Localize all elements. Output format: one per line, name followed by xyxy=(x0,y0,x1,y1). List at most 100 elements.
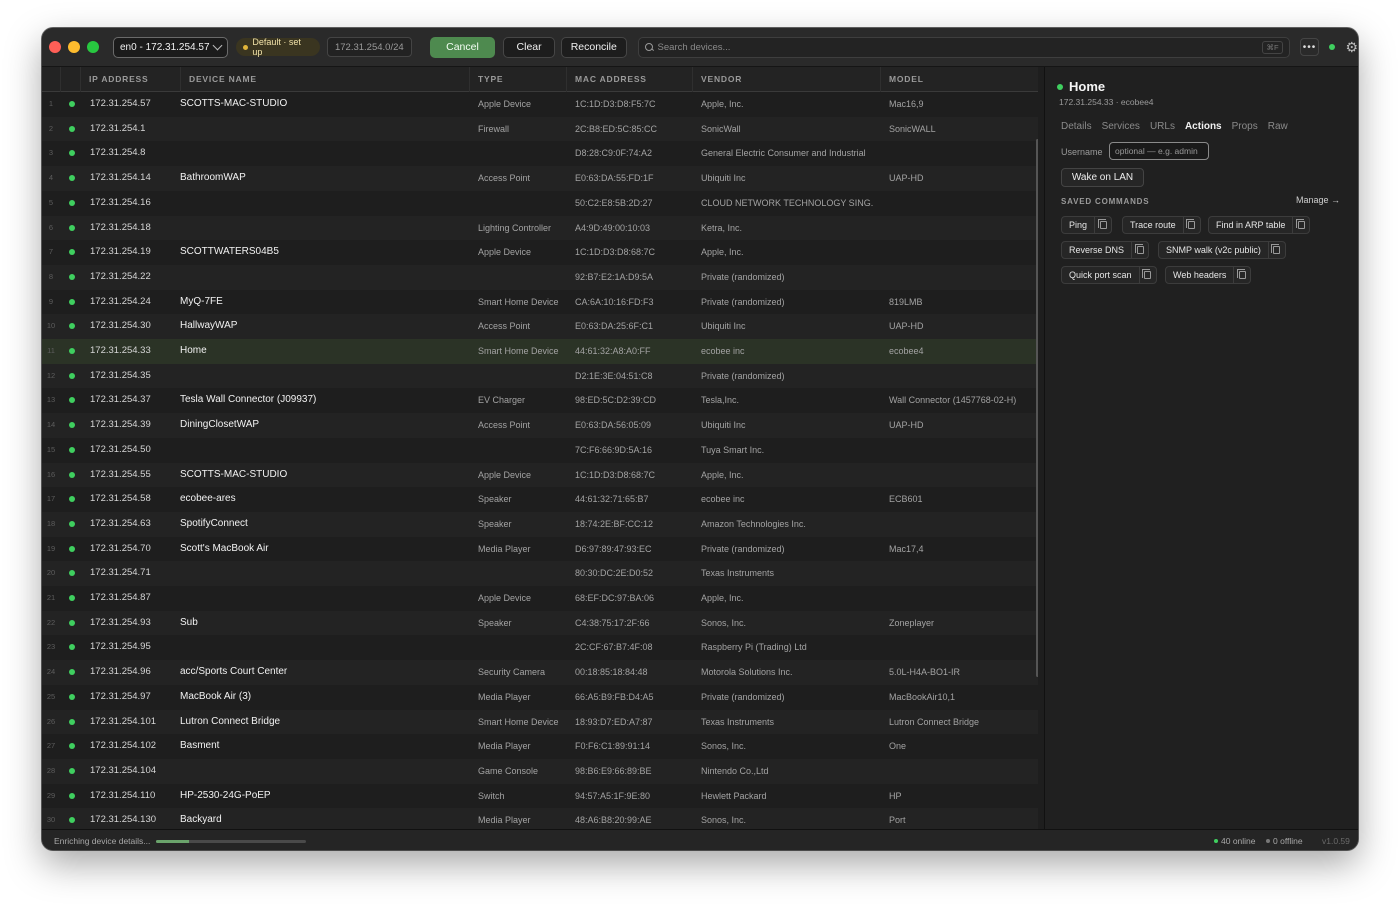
table-row[interactable]: 28 172.31.254.104 Game Console 98:B6:E9:66:… xyxy=(42,758,1038,784)
table-row[interactable]: 7 172.31.254.19 SCOTTWATERS04B5 Apple Devic… xyxy=(42,240,1038,265)
cell-model xyxy=(889,759,1029,784)
table-row[interactable]: 9 172.31.254.24 MyQ-7FE Smart Home Device CA… xyxy=(42,290,1038,315)
column-header-model[interactable]: MODEL xyxy=(880,67,1038,92)
command-reverse-dns[interactable]: Reverse DNS xyxy=(1061,241,1150,259)
toolbar: en0 - 172.31.254.57 Default · set up 172… xyxy=(42,28,1358,67)
tab-props[interactable]: Props xyxy=(1232,121,1258,132)
interface-select[interactable]: en0 - 172.31.254.57 xyxy=(113,36,229,58)
table-scrollbar[interactable] xyxy=(1036,139,1038,677)
subnet-field[interactable]: 172.31.254.0/24 xyxy=(326,37,412,57)
table-row[interactable]: 22 172.31.254.93 Sub Speaker C4:38:75:17:2F:… xyxy=(42,610,1038,636)
command-trace-route[interactable]: Trace route xyxy=(1122,216,1201,234)
copy-command-button[interactable] xyxy=(1267,242,1285,258)
table-row[interactable]: 5 172.31.254.16 50:C2:E8:5B:2D:27 CLOUD NET… xyxy=(42,191,1038,216)
table-row[interactable]: 13 172.31.254.37 Tesla Wall Connector (J09… xyxy=(42,388,1038,413)
copy-command-button[interactable] xyxy=(1131,242,1148,258)
cell-mac: A4:9D:49:00:10:03 xyxy=(575,222,651,233)
table-row[interactable]: 26 172.31.254.101 Lutron Connect Bridge Sma… xyxy=(42,709,1038,735)
profile-badge[interactable]: Default · set up xyxy=(236,37,320,57)
table-row[interactable]: 19 172.31.254.70 Scott's MacBook Air Media … xyxy=(42,537,1038,562)
command-quick-port-scan[interactable]: Quick port scan xyxy=(1061,266,1157,284)
table-row[interactable]: 20 172.31.254.71 80:30:DC:2E:D0:52 Texas In… xyxy=(42,561,1038,586)
cell-mac: 48:A6:B8:20:99:AE xyxy=(575,815,652,826)
cancel-button[interactable]: Cancel xyxy=(429,36,496,58)
column-header-mac[interactable]: MAC ADDRESS xyxy=(566,67,692,92)
copy-command-button[interactable] xyxy=(1233,267,1250,283)
online-status-dot xyxy=(69,595,75,601)
cell-model xyxy=(889,216,1029,241)
online-status-dot xyxy=(69,817,75,824)
copy-command-button[interactable] xyxy=(1138,267,1156,283)
copy-command-button[interactable] xyxy=(1094,217,1111,233)
cell-ip: 172.31.254.130 xyxy=(90,814,157,826)
row-number: 16 xyxy=(46,469,56,479)
column-header-vendor[interactable]: VENDOR xyxy=(692,67,880,92)
tab-urls[interactable]: URLs xyxy=(1150,121,1175,132)
column-header-name[interactable]: DEVICE NAME xyxy=(180,67,469,92)
cell-ip: 172.31.254.39 xyxy=(90,419,151,431)
search-input[interactable]: Search devices... ⌘F xyxy=(637,36,1290,58)
online-status-dot xyxy=(69,644,75,651)
table-row[interactable]: 17 172.31.254.58 ecobee-ares Speaker 44:61:3… xyxy=(42,487,1038,512)
device-table: IP ADDRESS DEVICE NAME TYPE MAC ADDRESS … xyxy=(42,67,1038,829)
gear-icon[interactable]: ⚙ xyxy=(1345,40,1358,54)
table-row[interactable]: 12 172.31.254.35 D2:1E:3E:04:51:C8 Private … xyxy=(42,363,1038,389)
cell-mac: 44:61:32:A8:A0:FF xyxy=(575,346,651,356)
username-input[interactable]: optional — e.g. admin xyxy=(1109,142,1209,160)
profile-label: Default · set up xyxy=(252,37,301,57)
cell-ip: 172.31.254.110 xyxy=(90,789,156,801)
command-snmp-walk[interactable]: SNMP walk (v2c public) xyxy=(1158,241,1286,259)
cell-ip: 172.31.254.63 xyxy=(90,517,151,529)
cell-vendor: Texas Instruments xyxy=(701,568,775,579)
copy-command-button[interactable] xyxy=(1292,217,1309,233)
clear-button[interactable]: Clear xyxy=(503,36,555,58)
wake-on-lan-button[interactable]: Wake on LAN xyxy=(1061,168,1144,187)
tab-actions[interactable]: Actions xyxy=(1185,121,1222,132)
table-row[interactable]: 10 172.31.254.30 HallwayWAP Access Point E0:… xyxy=(42,314,1038,339)
cell-type: Apple Device xyxy=(478,593,532,603)
table-row[interactable]: 29 172.31.254.110 HP-2530-24G-PoEP Switch 94… xyxy=(42,784,1038,809)
offline-count-text: 0 offline xyxy=(1273,836,1303,846)
minimize-window-button[interactable] xyxy=(68,41,80,53)
close-window-button[interactable] xyxy=(49,41,61,53)
cell-vendor: Raspberry Pi (Trading) Ltd xyxy=(701,642,807,653)
manage-link[interactable]: Manage → xyxy=(1296,195,1340,205)
table-row[interactable]: 11 172.31.254.33 Home Smart Home Device 44:6… xyxy=(42,339,1038,364)
table-row[interactable]: 1 172.31.254.57 SCOTTS-MAC-STUDIO Apple Dev… xyxy=(42,92,1038,117)
table-row[interactable]: 16 172.31.254.55 SCOTTS-MAC-STUDIO Apple De… xyxy=(42,462,1038,488)
more-options-icon[interactable]: ••• xyxy=(1299,38,1320,56)
tab-details[interactable]: Details xyxy=(1061,121,1092,132)
online-status-dot xyxy=(69,273,75,280)
tab-raw[interactable]: Raw xyxy=(1268,121,1288,132)
table-row[interactable]: 15 172.31.254.50 7C:F6:66:9D:5A:16 Tuya Sma… xyxy=(42,438,1038,463)
table-row[interactable]: 8 172.31.254.22 92:B7:E2:1A:D9:5A Private (… xyxy=(42,264,1038,290)
table-row[interactable]: 21 172.31.254.87 Apple Device 68:EF:DC:97:B… xyxy=(42,586,1038,611)
table-row[interactable]: 2 172.31.254.1 Firewall 2C:B8:ED:5C:85:CC So… xyxy=(42,116,1038,142)
cell-model: Mac16,9 xyxy=(889,99,924,109)
table-row[interactable]: 27 172.31.254.102 Basment Media Player F0:F6… xyxy=(42,734,1038,759)
reconcile-button[interactable]: Reconcile xyxy=(560,36,627,58)
command-web-headers[interactable]: Web headers xyxy=(1165,266,1252,284)
table-row[interactable]: 4 172.31.254.14 BathroomWAP Access Point E0:… xyxy=(42,166,1038,191)
command-find-in-arp-table[interactable]: Find in ARP table xyxy=(1208,216,1311,234)
command-ping[interactable]: Ping xyxy=(1061,216,1113,234)
command-label: Quick port scan xyxy=(1069,270,1132,280)
tab-services[interactable]: Services xyxy=(1102,121,1140,132)
online-status-dot xyxy=(69,224,75,231)
cell-device-name: SCOTTWATERS04B5 xyxy=(180,246,279,258)
table-row[interactable]: 18 172.31.254.63 SpotifyConnect Speaker 18:7… xyxy=(42,511,1038,537)
table-row[interactable]: 30 172.31.254.130 Backyard Media Player 48:A… xyxy=(42,808,1038,829)
table-row[interactable]: 23 172.31.254.95 2C:CF:67:B7:4F:08 Raspberr… xyxy=(42,635,1038,660)
column-header-type[interactable]: TYPE xyxy=(469,67,566,92)
cell-device-name: Tesla Wall Connector (J09937) xyxy=(180,394,317,406)
copy-command-button[interactable] xyxy=(1182,217,1200,233)
column-header-ip[interactable]: IP ADDRESS xyxy=(80,67,180,92)
table-row[interactable]: 14 172.31.254.39 DiningClosetWAP Access Poi… xyxy=(42,413,1038,438)
table-row[interactable]: 3 172.31.254.8 D8:28:C9:0F:74:A2 General El… xyxy=(42,141,1038,166)
table-row[interactable]: 24 172.31.254.96 acc/Sports Court Center Se… xyxy=(42,660,1038,685)
cell-vendor: Sonos, Inc. xyxy=(701,815,747,826)
table-row[interactable]: 6 172.31.254.18 Lighting Controller A4:9D:4… xyxy=(42,215,1038,241)
table-row[interactable]: 25 172.31.254.97 MacBook Air (3) Media Play… xyxy=(42,685,1038,710)
cell-mac: CA:6A:10:16:FD:F3 xyxy=(575,296,654,307)
zoom-window-button[interactable] xyxy=(87,41,99,53)
